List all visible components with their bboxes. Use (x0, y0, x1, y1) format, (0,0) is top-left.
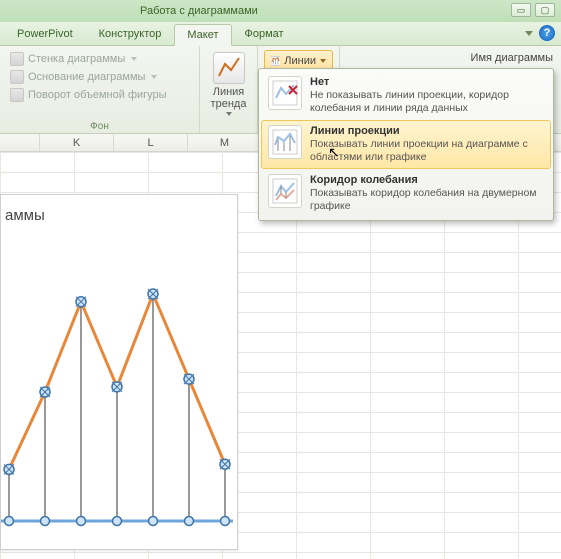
menu-item-desc: Показывать линии проекции на диаграмме с… (310, 138, 544, 164)
window-controls: ▭ ▢ (511, 3, 555, 17)
lines-highlow-icon (268, 174, 302, 208)
rotate-3d-label: Поворот объемной фигуры (28, 89, 167, 101)
contextual-titlebar: Работа с диаграммами ▭ ▢ (0, 0, 561, 22)
plot-area[interactable] (1, 255, 231, 531)
chart-wall-button[interactable]: Стенка диаграммы (6, 50, 193, 68)
trendline-icon (213, 52, 245, 84)
ribbon-tabs: PowerPivot Конструктор Макет Формат ? (0, 22, 561, 46)
chart-wall-icon (10, 52, 24, 66)
chart-title[interactable]: аммы (1, 195, 237, 224)
menu-item-title: Коридор колебания (310, 174, 544, 186)
embedded-chart[interactable]: аммы (0, 194, 238, 550)
column-header[interactable] (0, 134, 40, 151)
chart-floor-icon (10, 70, 24, 84)
menu-item-title: Нет (310, 76, 544, 88)
chart-wall-label: Стенка диаграммы (28, 53, 125, 65)
menu-item-title: Линии проекции (310, 125, 544, 137)
tab-powerpivot[interactable]: PowerPivot (4, 23, 86, 45)
menu-item-none[interactable]: Нет Не показывать линии проекции, коридо… (261, 71, 551, 120)
lines-icon (271, 53, 280, 69)
menu-item-desc: Не показывать линии проекции, коридор ко… (310, 89, 544, 115)
column-header-m[interactable]: M (188, 134, 262, 151)
tab-layout[interactable]: Макет (174, 24, 231, 46)
menu-item-desc: Показывать коридор колебания на двумерно… (310, 187, 544, 213)
column-header-l[interactable]: L (114, 134, 188, 151)
ribbon-minimize-icon[interactable] (525, 31, 533, 36)
lines-dropdown-menu: Нет Не показывать линии проекции, коридо… (258, 68, 554, 221)
group-analysis-trend: Линия тренда (200, 46, 258, 133)
contextual-tools-label: Работа с диаграммами (130, 3, 268, 19)
chart-floor-button[interactable]: Основание диаграммы (6, 68, 193, 86)
lines-droplines-icon (268, 125, 302, 159)
group-background-label: Фон (0, 121, 199, 132)
help-icon[interactable]: ? (539, 25, 555, 41)
tab-format[interactable]: Формат (232, 23, 297, 45)
column-header-k[interactable]: K (40, 134, 114, 151)
menu-item-drop-lines[interactable]: Линии проекции Показывать линии проекции… (261, 120, 551, 169)
chart-svg (1, 255, 233, 533)
rotate-3d-icon (10, 88, 24, 102)
minimize-ribbon-button[interactable]: ▭ (511, 3, 531, 17)
menu-item-highlow-lines[interactable]: Коридор колебания Показывать коридор кол… (261, 169, 551, 218)
tab-constructor[interactable]: Конструктор (86, 23, 175, 45)
trendline-label: Линия тренда (203, 86, 255, 110)
window-button[interactable]: ▢ (535, 3, 555, 17)
chart-floor-label: Основание диаграммы (28, 71, 145, 83)
lines-none-icon (268, 76, 302, 110)
chart-name-label: Имя диаграммы (471, 52, 553, 64)
trendline-button[interactable]: Линия тренда (201, 50, 257, 118)
rotate-3d-button[interactable]: Поворот объемной фигуры (6, 86, 193, 104)
group-background: Стенка диаграммы Основание диаграммы Пов… (0, 46, 200, 133)
lines-label: Линии (284, 55, 316, 67)
help-area: ? (525, 25, 555, 41)
